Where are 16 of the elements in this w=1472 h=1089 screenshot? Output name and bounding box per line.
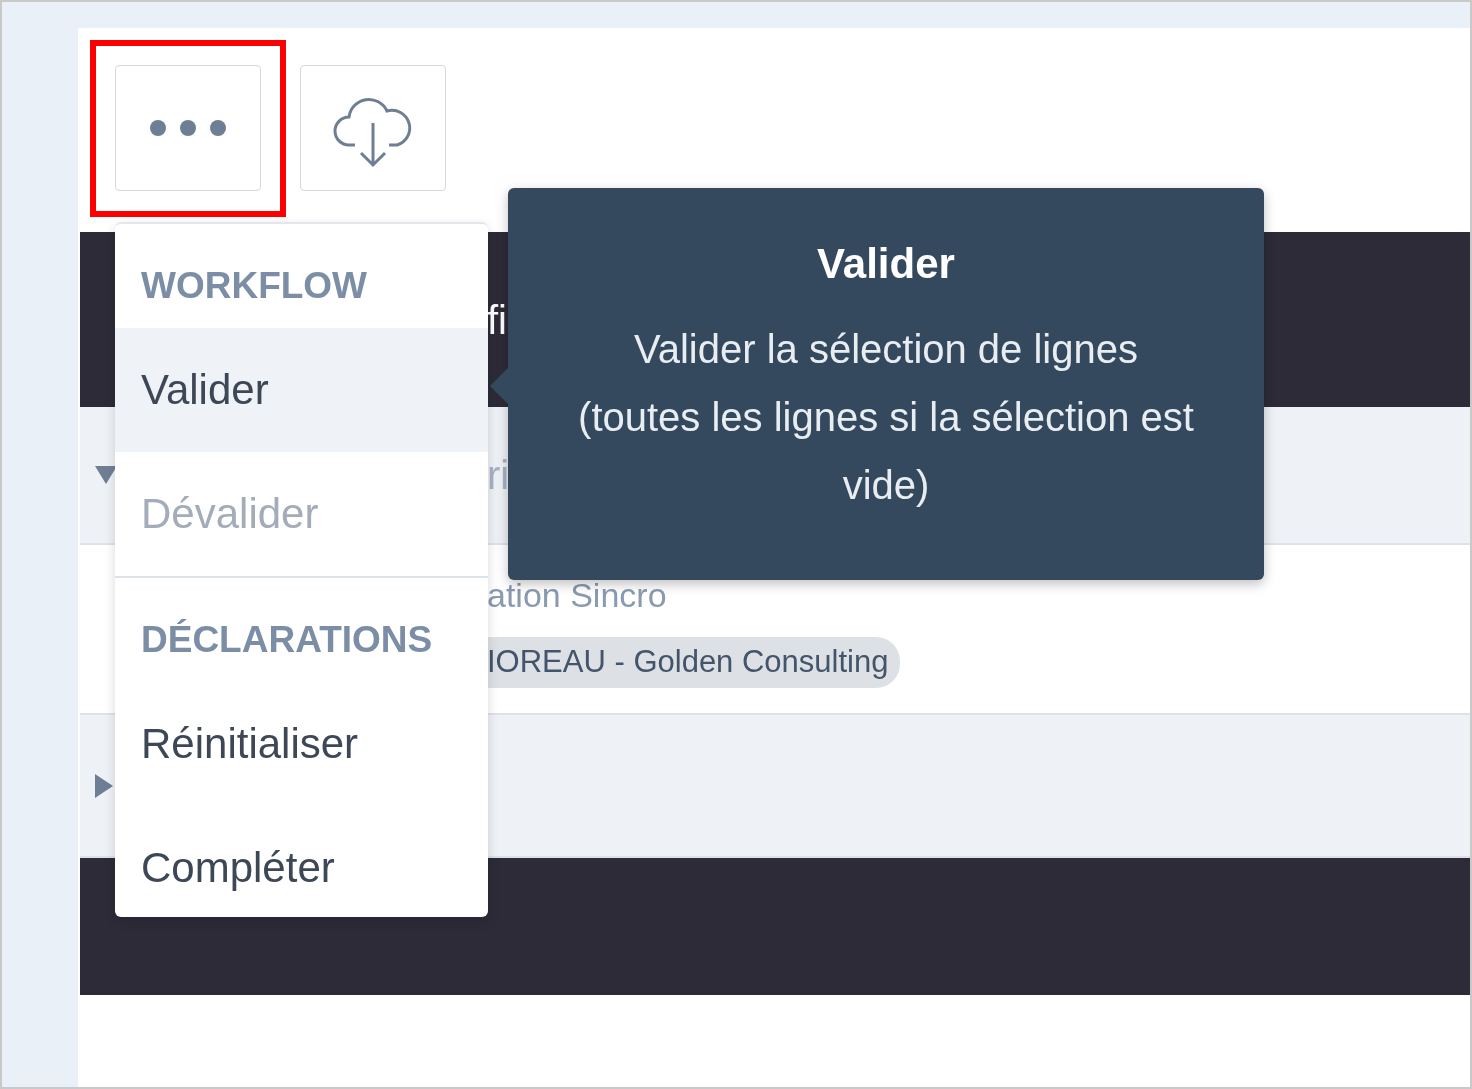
more-button[interactable] — [115, 65, 261, 191]
menu-item[interactable]: Compléter — [115, 805, 488, 929]
menu-heading: WORKFLOW — [140, 264, 369, 308]
tooltip-title: Valider — [816, 239, 956, 289]
download-button[interactable] — [300, 65, 446, 191]
tag: IOREAU - Golden Consulting — [487, 637, 901, 688]
caret-right-icon[interactable] — [95, 773, 113, 798]
group-text: ri — [487, 452, 510, 499]
caret-down-icon[interactable] — [95, 466, 117, 484]
menu-item[interactable]: Valider — [115, 327, 488, 452]
tooltip-text: Valider la sélection de lignes (toutes les lignes si la sélection est vide) — [577, 326, 1195, 509]
menu-item[interactable]: Réinitialiser — [115, 681, 488, 805]
more-icon — [148, 118, 228, 138]
menu-heading: DÉCLARATIONS — [140, 617, 434, 662]
row-title: ation Sincro — [487, 575, 668, 617]
header-text: fi — [487, 296, 507, 344]
